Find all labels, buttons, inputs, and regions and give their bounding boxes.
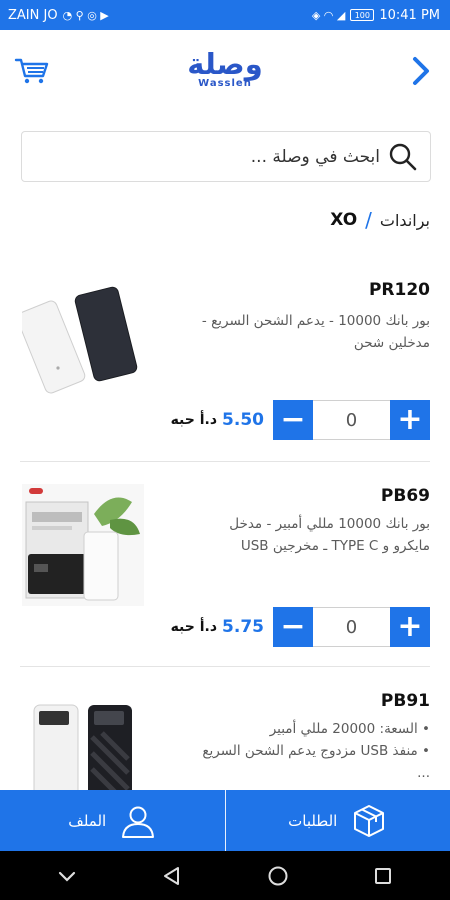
status-bar: ZAIN JO ◔ ⚲ ◎ ▶ ◈ ◠ ◢ 100 10:41 PM [0,0,450,30]
product-description: بور بانك 10000 مللي أمبير - مدخل مايكرو … [229,516,430,554]
product-description: بور بانك 10000 - يدعم الشحن السريع - مدخ… [201,313,430,351]
product-price: د.أ حبه 5.50 [171,400,264,440]
carrier-name: ZAIN JO [8,7,58,23]
nav-profile[interactable]: الملف [0,790,225,851]
bottom-nav: الملف الطلبات [0,790,450,851]
user-icon [122,806,155,838]
android-nav-bar [0,851,450,900]
signal-icons: ◈ ◠ ◢ [311,8,346,22]
search-icon[interactable] [388,142,418,172]
status-bar-right: ◈ ◠ ◢ 100 10:41 PM [312,8,440,23]
chevron-right-icon[interactable] [408,54,434,88]
nav-orders-label: الطلبات [288,811,338,830]
home-circle-icon[interactable] [266,864,290,888]
boxed-power-bank-image[interactable] [22,484,144,606]
cart-icon[interactable] [14,56,50,86]
increase-quantity-button[interactable]: + [390,607,430,647]
search-placeholder: ابحث في وصلة ... [250,146,380,167]
chevron-down-icon[interactable] [55,864,79,888]
product-card[interactable]: PB69 بور بانك 10000 مللي أمبير - مدخل ما… [0,462,450,667]
product-card[interactable]: PB91 • السعة: 20000 مللي أمبير • منفذ US… [0,667,450,790]
increase-quantity-button[interactable]: + [390,400,430,440]
quantity-value[interactable]: 0 [313,607,390,647]
product-name: PB91 [380,691,430,711]
search-input[interactable]: ابحث في وصلة ... [21,131,431,182]
breadcrumb: براندات / XO [330,206,430,234]
app-header: وصلة Wassleh [0,30,450,116]
clock: 10:41 PM [379,7,440,23]
box-icon [354,804,385,837]
price-unit: د.أ حبه [170,412,218,428]
price-value: 5.75 [222,617,264,637]
notification-icons: ◔ ⚲ ◎ ▶ [62,8,109,22]
product-price: د.أ حبه 5.75 [171,607,264,647]
quantity-stepper: − 0 + [273,607,430,647]
breadcrumb-brands-link[interactable]: براندات [380,211,430,230]
wassleh-logo: وصلة Wassleh [175,48,275,98]
product-name: PR120 [368,280,430,300]
recents-square-icon[interactable] [371,864,395,888]
price-value: 5.50 [222,410,264,430]
product-card[interactable]: PR120 بور بانك 10000 - يدعم الشحن السريع… [0,252,450,462]
logo-arabic: وصلة [187,47,263,81]
back-triangle-icon[interactable] [160,864,184,888]
breadcrumb-separator: / [365,208,372,232]
product-description: • السعة: 20000 مللي أمبير • منفذ USB مزد… [202,721,430,781]
quantity-stepper: − 0 + [273,400,430,440]
quantity-value[interactable]: 0 [313,400,390,440]
product-name: PB69 [380,486,430,506]
white-black-power-banks-image[interactable] [22,697,144,790]
breadcrumb-current: XO [330,210,358,230]
white-black-power-banks-image[interactable] [22,276,144,398]
price-unit: د.أ حبه [170,619,218,635]
nav-orders[interactable]: الطلبات [224,790,450,851]
decrease-quantity-button[interactable]: − [273,400,313,440]
decrease-quantity-button[interactable]: − [273,607,313,647]
nav-profile-label: الملف [68,811,107,830]
status-bar-left: ZAIN JO ◔ ⚲ ◎ ▶ [8,8,109,23]
battery-icon: 100 [350,9,375,21]
